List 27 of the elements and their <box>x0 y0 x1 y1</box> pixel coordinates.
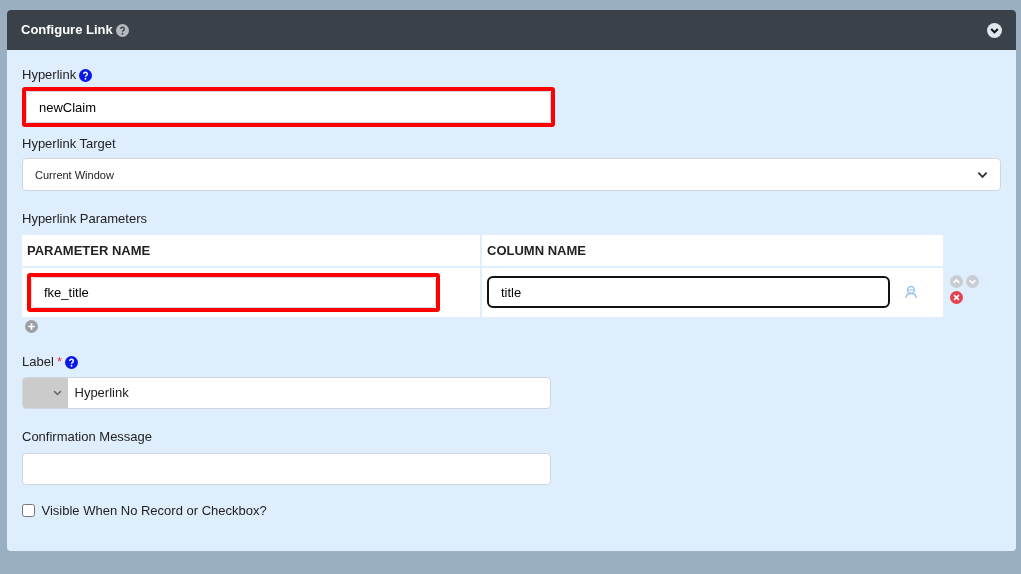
target-select[interactable]: Current Window <box>22 158 1001 192</box>
confirmation-input[interactable] <box>22 452 551 485</box>
input-value: Hyperlink <box>74 384 129 403</box>
field-label: Hyperlink Parameters <box>22 210 148 229</box>
checkbox[interactable] <box>22 503 35 517</box>
panel-title: Configure Link <box>21 21 113 40</box>
label-input[interactable]: Hyperlink <box>22 377 551 409</box>
required-mark: * <box>57 353 63 372</box>
column-header: PARAMETER NAME <box>22 234 480 266</box>
caret-icon <box>977 170 988 179</box>
field-label: Label <box>22 353 54 372</box>
help-icon[interactable] <box>115 23 129 37</box>
column-header: COLUMN NAME <box>482 234 943 266</box>
checkbox-label: Visible When No Record or Checkbox? <box>41 501 267 520</box>
field-label: Hyperlink <box>22 66 77 85</box>
help-icon[interactable] <box>79 68 93 82</box>
field-label: Confirmation Message <box>22 428 154 446</box>
help-icon[interactable] <box>65 355 79 369</box>
select-value: Current Window <box>35 167 114 183</box>
delete-icon[interactable] <box>949 291 963 304</box>
parameter-input[interactable]: fke_title <box>31 276 436 308</box>
link-address-input[interactable]: newClaim <box>26 91 551 124</box>
collapse-toggle-icon[interactable] <box>987 22 1002 38</box>
column-input[interactable]: title <box>487 276 890 309</box>
caret-icon <box>52 390 62 396</box>
add-icon[interactable] <box>25 320 39 333</box>
field-label: Hyperlink Target <box>22 134 117 153</box>
